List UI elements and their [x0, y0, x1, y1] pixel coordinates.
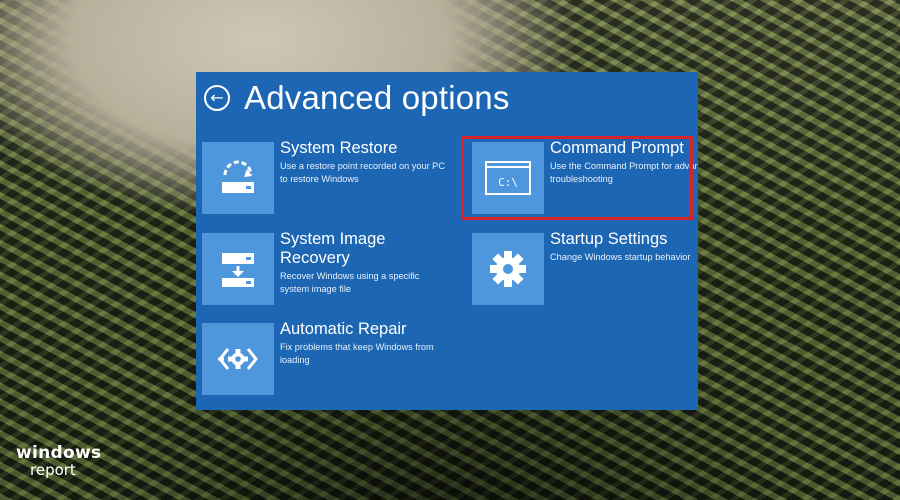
- option-title: Automatic Repair: [280, 320, 407, 338]
- option-title: Command Prompt: [550, 139, 684, 157]
- image-recovery-icon: [202, 233, 274, 305]
- command-prompt-icon: C:\: [472, 142, 544, 214]
- back-arrow-icon[interactable]: ←: [204, 85, 230, 111]
- logo-line1: windows: [16, 443, 102, 463]
- windows-report-logo: windows report: [16, 445, 101, 478]
- page-title: Advanced options: [244, 79, 510, 116]
- header: ← Advanced options: [204, 78, 510, 118]
- option-automatic-repair[interactable]: Automatic Repair Fix problems that keep …: [202, 320, 434, 403]
- option-description: Recover Windows using a specific system …: [280, 271, 420, 294]
- restore-icon: [202, 142, 274, 214]
- logo-line2: report: [30, 461, 76, 479]
- option-title: System Restore: [280, 139, 398, 157]
- option-system-image-recovery[interactable]: System Image Recovery Recover Windows us…: [202, 230, 432, 313]
- option-description: Change Windows startup behavior: [550, 252, 691, 262]
- option-startup-settings[interactable]: Startup Settings Change Windows startup …: [472, 230, 698, 313]
- option-system-restore[interactable]: System Restore Use a restore point recor…: [202, 139, 445, 222]
- option-description: Use a restore point recorded on your PC …: [280, 161, 445, 184]
- gear-icon: [472, 233, 544, 305]
- advanced-options-panel: ← Advanced options System Restore Use a …: [196, 72, 698, 410]
- option-title: System Image Recovery: [280, 230, 386, 267]
- repair-icon: [202, 323, 274, 395]
- option-description: Use the Command Prompt for advanced trou…: [550, 161, 698, 184]
- option-command-prompt[interactable]: C:\ Command Prompt Use the Command Promp…: [472, 139, 698, 222]
- option-description: Fix problems that keep Windows from load…: [280, 342, 434, 365]
- cmd-glyph: C:\: [498, 176, 518, 189]
- option-title: Startup Settings: [550, 230, 668, 248]
